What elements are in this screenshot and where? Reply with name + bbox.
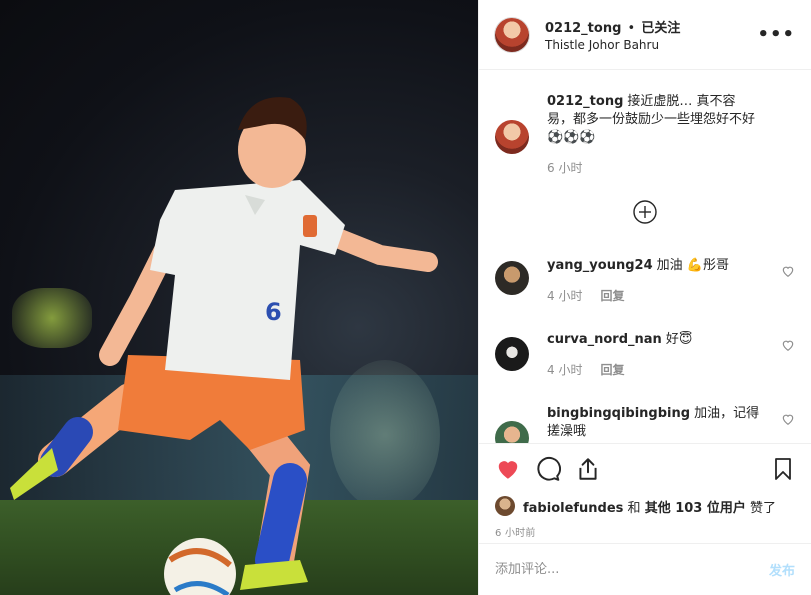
post-header: 0212_tong • 已关注 Thistle Johor Bahru ••• xyxy=(479,0,811,70)
comment-text: 好😇 xyxy=(665,332,693,347)
post-photo[interactable]: 6 xyxy=(0,0,478,595)
caption-body: 0212_tong 接近虚脱… 真不容易，都多一份鼓励少一些埋怨好不好⚽️⚽️⚽️… xyxy=(547,93,761,177)
likes-others-link[interactable]: 其他 103 位用户 xyxy=(645,501,746,516)
load-more-comments-icon[interactable] xyxy=(633,200,657,224)
caption-author-avatar[interactable] xyxy=(495,120,529,154)
comment-body: curva_nord_nan 好😇 4 小时 回复 xyxy=(547,331,761,379)
header-separator: • xyxy=(627,21,636,36)
caption-time[interactable]: 6 小时 xyxy=(547,159,582,177)
liker-username[interactable]: fabiolefundes xyxy=(523,501,623,516)
share-upload-icon[interactable] xyxy=(575,456,601,482)
add-comment-input[interactable] xyxy=(495,562,769,577)
more-horizontal-icon[interactable]: ••• xyxy=(757,24,795,45)
comment-body: bingbingqibingbing 加油，记得搓澡哦 xyxy=(547,405,761,441)
commenter-avatar[interactable] xyxy=(495,337,529,371)
caption-time-row: 6 小时 xyxy=(547,159,761,177)
post-actions: fabiolefundes 和 其他 103 位用户 赞了 6 小时前 xyxy=(479,443,811,539)
follow-status-button[interactable]: 已关注 xyxy=(641,21,680,36)
comments-list[interactable]: 0212_tong 接近虚脱… 真不容易，都多一份鼓励少一些埋怨好不好⚽️⚽️⚽️… xyxy=(479,71,811,443)
reply-button[interactable]: 回复 xyxy=(600,361,624,379)
reply-button[interactable]: 回复 xyxy=(600,287,624,305)
comment-username[interactable]: curva_nord_nan xyxy=(547,332,662,347)
post-comment-button[interactable]: 发布 xyxy=(769,560,795,579)
instagram-post-view: 6 0212_tong • 已关注 Thistle Johor Bahru •• xyxy=(0,0,811,595)
save-bookmark-icon[interactable] xyxy=(771,456,795,482)
post-timestamp[interactable]: 6 小时前 xyxy=(495,524,795,539)
action-icons-row xyxy=(495,454,795,484)
caption-username[interactable]: 0212_tong xyxy=(547,94,623,109)
likes-connector: 和 xyxy=(623,500,645,516)
likes-summary: fabiolefundes 和 其他 103 位用户 赞了 xyxy=(495,496,795,516)
comment-like-heart-icon[interactable] xyxy=(781,338,795,352)
comment-username[interactable]: yang_young24 xyxy=(547,258,653,273)
svg-text:6: 6 xyxy=(265,298,282,326)
add-comment-bar: 发布 xyxy=(479,543,811,595)
author-meta: 0212_tong • 已关注 Thistle Johor Bahru xyxy=(545,17,757,52)
like-heart-icon[interactable] xyxy=(495,456,521,482)
commenter-avatar[interactable] xyxy=(495,261,529,295)
comment-time[interactable]: 4 小时 xyxy=(547,287,582,305)
author-avatar[interactable] xyxy=(495,17,529,52)
comment-bubble-icon[interactable] xyxy=(535,456,561,482)
likes-text: fabiolefundes 和 其他 103 位用户 赞了 xyxy=(523,497,776,516)
post-location[interactable]: Thistle Johor Bahru xyxy=(545,38,757,52)
comment-username[interactable]: bingbingqibingbing xyxy=(547,406,690,421)
likes-suffix: 赞了 xyxy=(745,500,777,516)
comment-like-heart-icon[interactable] xyxy=(781,412,795,426)
comment-meta-row: 4 小时 回复 xyxy=(547,361,761,379)
author-username[interactable]: 0212_tong xyxy=(545,21,621,36)
comment-text: 加油 💪彤哥 xyxy=(656,258,729,273)
comment-meta-row: 4 小时 回复 xyxy=(547,287,761,305)
post-side-panel: 0212_tong • 已关注 Thistle Johor Bahru ••• … xyxy=(478,0,811,595)
comment-like-heart-icon[interactable] xyxy=(781,264,795,278)
comment-body: yang_young24 加油 💪彤哥 4 小时 回复 xyxy=(547,257,761,305)
commenter-avatar[interactable] xyxy=(495,421,529,443)
football-player-illustration: 6 xyxy=(10,97,438,595)
liker-avatar[interactable] xyxy=(495,496,515,516)
comment-time[interactable]: 4 小时 xyxy=(547,361,582,379)
